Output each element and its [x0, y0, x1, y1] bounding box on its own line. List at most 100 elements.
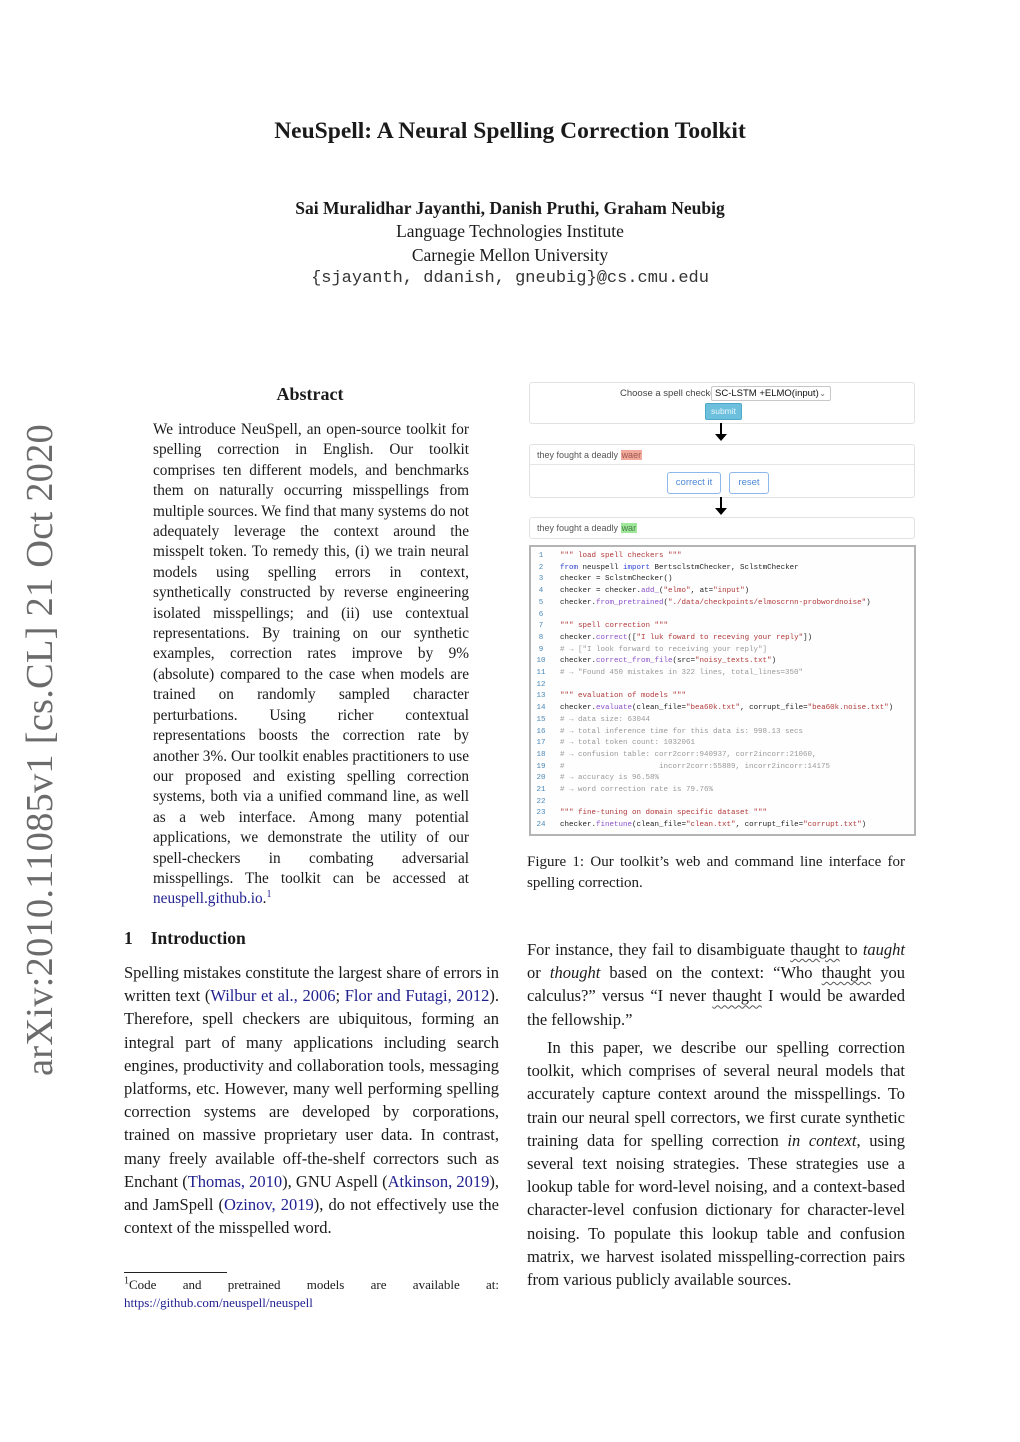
- code-token: checker.: [560, 704, 597, 713]
- code-token-str: "elmo": [663, 587, 691, 596]
- code-line: 15 # → data size: 63044: [531, 714, 914, 726]
- italic-phrase: in context: [787, 1130, 857, 1150]
- line-number: 23: [536, 809, 546, 818]
- misspelled-example: thaught: [712, 986, 762, 1006]
- checker-selection-panel: Choose a spell checker SC-LSTM +ELMO(inp…: [529, 382, 915, 424]
- line-number: 4: [538, 587, 544, 596]
- right-column-paragraph-2: In this paper, we describe our spelling …: [527, 1036, 905, 1291]
- citation-wilbur[interactable]: Wilbur et al., 2006: [210, 986, 335, 1005]
- code-token-cm: # incorr2corr:55889, incorr2incorr:14175: [560, 762, 831, 771]
- code-token-str: "bea60k.txt": [686, 704, 741, 713]
- code-line: 14 checker.evaluate(clean_file="bea60k.tx…: [531, 702, 914, 714]
- section-number: 1: [124, 928, 133, 948]
- code-line: 10 checker.correct_from_file(src="noisy_t…: [531, 655, 914, 667]
- citation-flor[interactable]: Flor and Futagi, 2012: [345, 986, 490, 1005]
- citation-thomas[interactable]: Thomas, 2010: [188, 1172, 282, 1191]
- code-token: ): [771, 657, 777, 666]
- code-token-doc: """ load spell checkers """: [560, 552, 682, 560]
- line-number: 8: [538, 633, 544, 642]
- input-sentence[interactable]: they fought a deadly waer: [537, 450, 643, 460]
- code-token: , corrupt_file=: [740, 704, 808, 713]
- code-token: checker.: [560, 598, 597, 607]
- body-text: , using several text noising strate­gies…: [527, 1130, 905, 1290]
- line-number: 15: [536, 715, 546, 724]
- code-token: neuspell: [578, 563, 624, 572]
- figure-1: Choose a spell checker SC-LSTM +ELMO(inp…: [527, 380, 916, 836]
- code-text: # → data size: 63044: [560, 714, 650, 726]
- line-number: 18: [536, 750, 546, 759]
- code-text: # incorr2corr:55889, incorr2incorr:14175: [560, 761, 830, 773]
- code-line: 9 # → ["I look forward to receiving your …: [531, 644, 914, 656]
- citation-atkinson[interactable]: Atkinson, 2019: [388, 1172, 490, 1191]
- panel-divider: [530, 464, 914, 465]
- code-token-str: "input": [713, 587, 745, 596]
- code-token: ]): [803, 633, 813, 642]
- body-text: to: [839, 940, 863, 959]
- footnote-marker-link[interactable]: 1: [266, 889, 271, 900]
- code-text: # → total token count: 1032061: [560, 737, 695, 749]
- misspelled-word-highlight: waer: [620, 450, 643, 460]
- code-token-kw: from: [560, 563, 579, 572]
- code-text: checker.evaluate(clean_file="bea60k.txt"…: [560, 702, 893, 714]
- code-token: ): [888, 704, 894, 713]
- corrected-word-highlight: war: [620, 523, 638, 533]
- code-line: 2 from neuspell import BertsclstmChecker,…: [531, 562, 914, 574]
- line-number: 9: [538, 645, 544, 654]
- footnote: 1Code and pretrained models are availabl…: [124, 1276, 499, 1311]
- code-token-fn: finetune: [596, 821, 633, 830]
- code-token-doc: """ fine-tuning on domain specific datas…: [560, 809, 768, 818]
- code-token-cm: # → accuracy is 96.58%: [560, 774, 660, 783]
- arxiv-identifier-text: arXiv:2010.11085v1 [cs.CL] 21 Oct 2020: [19, 423, 61, 1077]
- intro-text: ). Therefore, spell checkers are ubiquit…: [124, 986, 499, 1191]
- code-line: 19 # incorr2corr:55889, incorr2incorr:141…: [531, 761, 914, 773]
- citation-ozinov[interactable]: Ozinov, 2019: [224, 1195, 314, 1214]
- code-line: 18 # → confusion table: corr2corr:940937,…: [531, 749, 914, 761]
- code-token: checker = checker.: [560, 587, 642, 596]
- code-token-cm: # → total inference time for this data i…: [560, 727, 804, 736]
- code-token-fn: from_pretrained: [596, 598, 664, 607]
- code-token-cm: # → word correction rate is 79.76%: [560, 786, 714, 794]
- code-line: 17 # → total token count: 1032061: [531, 737, 914, 749]
- code-line: 20 # → accuracy is 96.58%: [531, 772, 914, 784]
- down-arrow-icon: [715, 423, 727, 443]
- line-number: 24: [536, 821, 546, 830]
- code-token-fn: add_: [641, 587, 660, 596]
- code-text: checker.from_pretrained("./data/checkpoi…: [560, 597, 871, 609]
- code-line: 24 checker.finetune(clean_file="clean.txt…: [531, 819, 914, 831]
- line-number: 16: [536, 727, 546, 736]
- code-token: ): [861, 821, 867, 830]
- code-line: 22: [531, 796, 914, 808]
- misspelled-example: thaught: [821, 963, 872, 983]
- code-text: """ evaluation of models """: [560, 690, 686, 702]
- line-number: 5: [538, 598, 544, 607]
- code-line: 11 # → "Found 450 mistakes in 322 lines, …: [531, 667, 914, 679]
- line-number: 14: [536, 704, 546, 713]
- project-site-link[interactable]: neuspell.github.io: [153, 890, 263, 907]
- reset-button[interactable]: reset: [729, 472, 769, 494]
- github-repo-link[interactable]: https://github.com/neuspell/neuspell: [124, 1294, 499, 1312]
- code-token-cm: # → ["I look forward to receiving your r…: [560, 645, 768, 654]
- italic-example: taught: [862, 940, 905, 959]
- code-token-cm: # → data size: 63044: [560, 715, 651, 724]
- figure-caption: Figure 1: Our toolkit’s web and command …: [527, 854, 905, 891]
- code-token: (src=: [672, 657, 696, 666]
- code-line: 8 checker.correct(["I luk foward to recev…: [531, 632, 914, 644]
- line-number: 6: [538, 610, 544, 619]
- submit-button[interactable]: submit: [705, 403, 742, 420]
- code-text: """ load spell checkers """: [560, 550, 682, 562]
- correct-it-button[interactable]: correct it: [667, 472, 721, 494]
- code-token: checker.: [560, 633, 597, 642]
- code-text: checker = checker.add_("elmo", at="input…: [560, 585, 749, 597]
- code-token: , at=: [690, 587, 714, 596]
- code-token-cm: # → confusion table: corr2corr:940937, c…: [560, 750, 817, 759]
- body-text: based on the context: “Who: [600, 963, 822, 983]
- code-token: checker = SclstmChecker(): [560, 575, 673, 584]
- code-token-str: "I luk foward to receving your reply": [636, 633, 804, 642]
- code-text: # → ["I look forward to receiving your r…: [560, 644, 767, 656]
- spell-checker-dropdown[interactable]: SC-LSTM +ELMO(input) ⌄: [711, 386, 831, 401]
- code-text: # → confusion table: corr2corr:940937, c…: [560, 749, 817, 761]
- sentence-text: they fought a deadly: [537, 523, 621, 533]
- code-token: checker.: [560, 657, 597, 666]
- input-sentence-panel: they fought a deadly waer correct it res…: [529, 444, 915, 498]
- sentence-text: they fought a deadly: [537, 450, 621, 460]
